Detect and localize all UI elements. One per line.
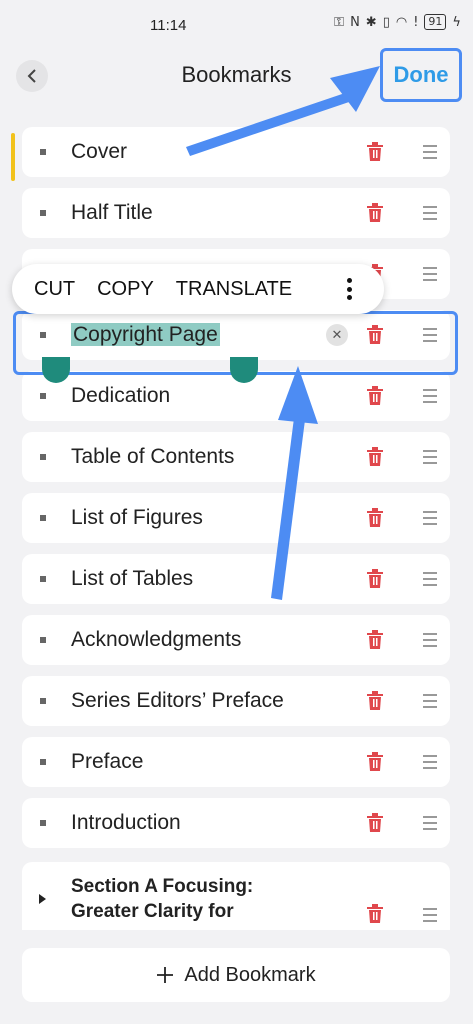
trash-icon[interactable]	[366, 386, 384, 406]
bullet-icon	[40, 454, 46, 460]
drag-handle-icon[interactable]	[423, 755, 437, 769]
trash-icon[interactable]	[366, 691, 384, 711]
drag-handle-icon[interactable]	[423, 389, 437, 403]
bookmark-label: List of Figures	[71, 506, 203, 529]
bookmark-label: Series Editors’ Preface	[71, 689, 284, 712]
list-item[interactable]: Introduction	[22, 798, 450, 848]
bookmark-label: Table of Contents	[71, 445, 235, 468]
bullet-icon	[40, 149, 46, 155]
list-item[interactable]: Table of Contents	[22, 432, 450, 482]
trash-icon[interactable]	[366, 752, 384, 772]
drag-handle-icon[interactable]	[423, 450, 437, 464]
battery-icon: 91	[424, 14, 447, 30]
charging-icon: ϟ	[452, 14, 461, 30]
drag-handle-icon[interactable]	[423, 267, 437, 281]
drag-handle-icon[interactable]	[423, 816, 437, 830]
bullet-icon	[40, 576, 46, 582]
drag-handle-icon[interactable]	[423, 572, 437, 586]
trash-icon[interactable]	[366, 813, 384, 833]
section-label-line2: Greater Clarity for	[71, 901, 234, 922]
status-bar: 11:14 ⚿ N ✱ ▯ ◠ ! 91 ϟ	[0, 0, 473, 44]
section-label: Section A Focusing: Greater Clarity for	[71, 874, 253, 924]
more-vertical-icon[interactable]	[346, 278, 352, 300]
bookmark-label: Preface	[71, 750, 144, 773]
plus-icon	[157, 967, 174, 983]
bullet-icon	[40, 759, 46, 765]
drag-handle-icon[interactable]	[423, 633, 437, 647]
menu-item-translate[interactable]: TRANSLATE	[176, 278, 292, 301]
trash-icon[interactable]	[366, 569, 384, 589]
current-bookmark-marker	[11, 133, 15, 181]
bookmark-label: List of Tables	[71, 567, 194, 590]
trash-icon[interactable]	[366, 447, 384, 467]
bookmark-label: Acknowledgments	[71, 628, 242, 651]
bookmark-label: Half Title	[71, 201, 153, 224]
key-icon: ⚿	[334, 14, 345, 30]
add-bookmark-button[interactable]: Add Bookmark	[22, 948, 450, 1002]
list-item[interactable]: List of Tables	[22, 554, 450, 604]
vibrate-icon: ▯	[382, 14, 390, 30]
done-button[interactable]: Done	[380, 48, 462, 102]
trash-icon[interactable]	[366, 508, 384, 528]
trash-icon[interactable]	[366, 630, 384, 650]
wifi-icon: ◠	[395, 14, 408, 30]
list-item[interactable]: List of Figures	[22, 493, 450, 543]
text-selection-menu: CUT COPY TRANSLATE	[12, 264, 384, 314]
header: Bookmarks Done	[0, 44, 473, 108]
list-item[interactable]: Preface	[22, 737, 450, 787]
alert-icon: !	[413, 14, 419, 30]
list-item[interactable]: Acknowledgments	[22, 615, 450, 665]
trash-icon[interactable]	[366, 203, 384, 223]
bookmark-label: Cover	[71, 140, 128, 163]
bookmark-label: Dedication	[71, 384, 171, 407]
add-bookmark-label: Add Bookmark	[184, 963, 316, 986]
bullet-icon	[40, 820, 46, 826]
drag-handle-icon[interactable]	[423, 145, 437, 159]
menu-item-cut[interactable]: CUT	[34, 278, 75, 301]
trash-icon[interactable]	[366, 904, 384, 924]
bluetooth-icon: ✱	[365, 14, 377, 30]
list-item[interactable]: Series Editors’ Preface	[22, 676, 450, 726]
status-time: 11:14	[150, 17, 187, 34]
list-item[interactable]: Cover	[22, 127, 450, 177]
list-item[interactable]: Half Title	[22, 188, 450, 238]
drag-handle-icon[interactable]	[423, 511, 437, 525]
nfc-icon: N	[350, 14, 360, 30]
bullet-icon	[40, 210, 46, 216]
trash-icon[interactable]	[366, 142, 384, 162]
bullet-icon	[40, 393, 46, 399]
bullet-icon	[40, 698, 46, 704]
bullet-icon	[40, 637, 46, 643]
section-label-line1: Section A Focusing:	[71, 876, 254, 897]
menu-item-copy[interactable]: COPY	[97, 278, 154, 301]
bullet-icon	[40, 515, 46, 521]
status-icons: ⚿ N ✱ ▯ ◠ ! 91 ϟ	[334, 14, 461, 30]
expand-caret-icon[interactable]	[39, 894, 46, 904]
drag-handle-icon[interactable]	[423, 206, 437, 220]
drag-handle-icon[interactable]	[423, 694, 437, 708]
bookmark-label: Introduction	[71, 811, 181, 834]
drag-handle-icon[interactable]	[423, 908, 437, 922]
list-item-section[interactable]: Section A Focusing: Greater Clarity for	[22, 862, 450, 940]
